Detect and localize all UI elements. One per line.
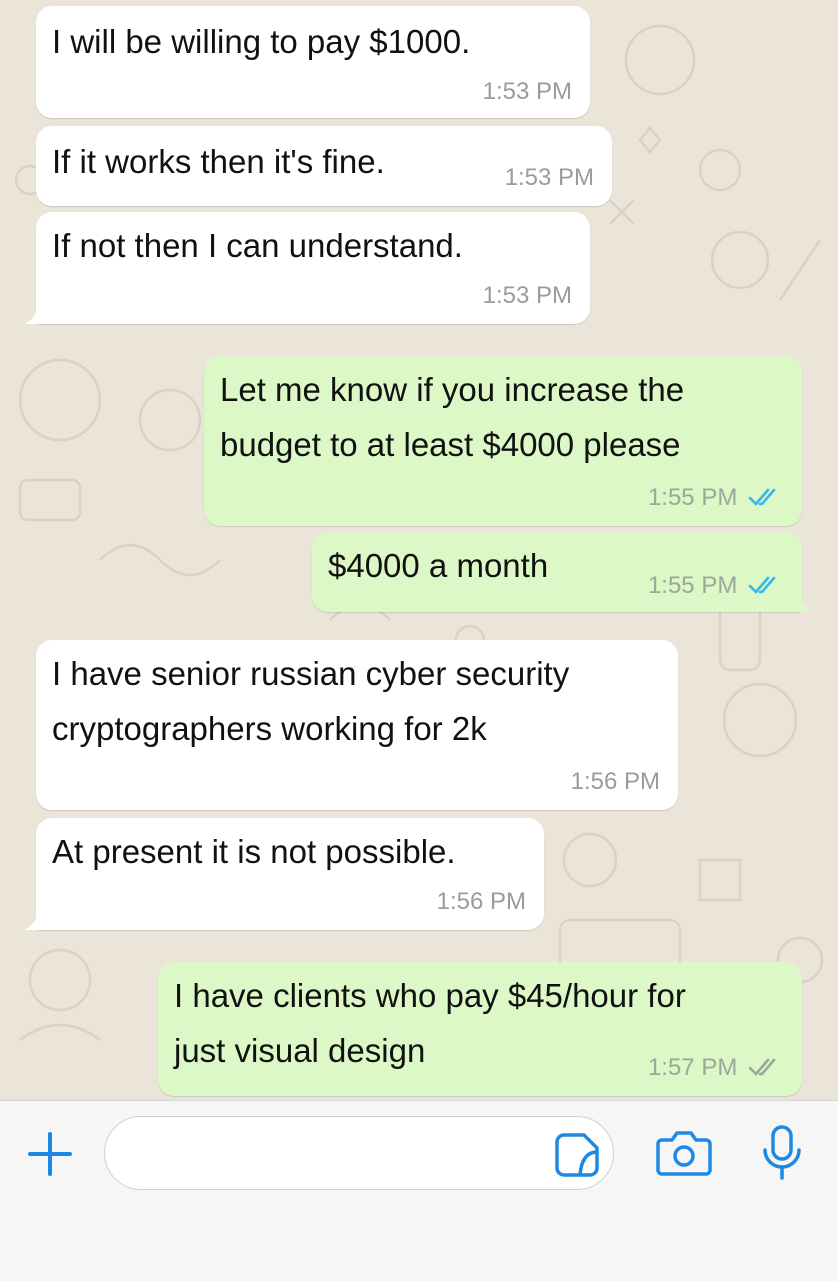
- message-incoming[interactable]: I will be willing to pay $1000. 1:53 PM: [36, 6, 590, 118]
- read-receipt-icon: [748, 488, 776, 506]
- message-time: 1:56 PM: [570, 768, 660, 795]
- message-time-text: 1:55 PM: [647, 484, 738, 511]
- message-text-line: just visual design: [174, 1032, 426, 1069]
- message-incoming[interactable]: At present it is not possible. 1:56 PM: [24, 818, 544, 930]
- chat-area[interactable]: I will be willing to pay $1000. 1:53 PM …: [0, 0, 838, 1100]
- plus-icon[interactable]: [24, 1128, 76, 1180]
- message-time-text: 1:55 PM: [647, 572, 738, 599]
- message-incoming[interactable]: If it works then it's fine. 1:53 PM: [36, 126, 612, 206]
- bubble-tail: [790, 588, 814, 612]
- message-text: I will be willing to pay $1000.: [52, 23, 471, 60]
- message-text-line: I have senior russian cyber security: [52, 655, 570, 692]
- microphone-icon[interactable]: [760, 1124, 804, 1182]
- message-outgoing[interactable]: Let me know if you increase the budget t…: [204, 356, 802, 526]
- message-incoming[interactable]: I have senior russian cyber security cry…: [36, 640, 678, 810]
- message-text-line: I have clients who pay $45/hour for: [174, 977, 686, 1014]
- message-text-line: cryptographers working for 2k: [52, 710, 487, 747]
- message-time: 1:56 PM: [436, 888, 526, 915]
- message-text: If not then I can understand.: [52, 227, 463, 264]
- camera-icon[interactable]: [656, 1128, 712, 1178]
- sticker-icon[interactable]: [554, 1132, 600, 1178]
- message-text: $4000 a month: [328, 547, 549, 584]
- message-input[interactable]: [104, 1116, 614, 1190]
- message-time: 1:55 PM: [648, 572, 782, 600]
- message-time: 1:53 PM: [482, 282, 572, 309]
- message-outgoing[interactable]: I have clients who pay $45/hour for just…: [158, 962, 802, 1096]
- message-time: 1:53 PM: [504, 164, 594, 191]
- message-text-line: Let me know if you increase the: [220, 371, 685, 408]
- message-time: 1:55 PM: [648, 484, 782, 512]
- message-text: If it works then it's fine.: [52, 143, 385, 180]
- delivered-receipt-icon: [748, 1058, 776, 1076]
- message-time: 1:57 PM: [648, 1054, 782, 1082]
- message-incoming[interactable]: If not then I can understand. 1:53 PM: [24, 212, 590, 324]
- message-time-text: 1:57 PM: [647, 1054, 738, 1081]
- message-text-line: budget to at least $4000 please: [220, 426, 681, 463]
- message-outgoing[interactable]: $4000 a month 1:55 PM: [312, 532, 814, 612]
- bubble-tail: [24, 906, 48, 930]
- message-time: 1:53 PM: [482, 78, 572, 105]
- read-receipt-icon: [748, 576, 776, 594]
- bubble-tail: [24, 300, 48, 324]
- message-text: At present it is not possible.: [52, 833, 456, 870]
